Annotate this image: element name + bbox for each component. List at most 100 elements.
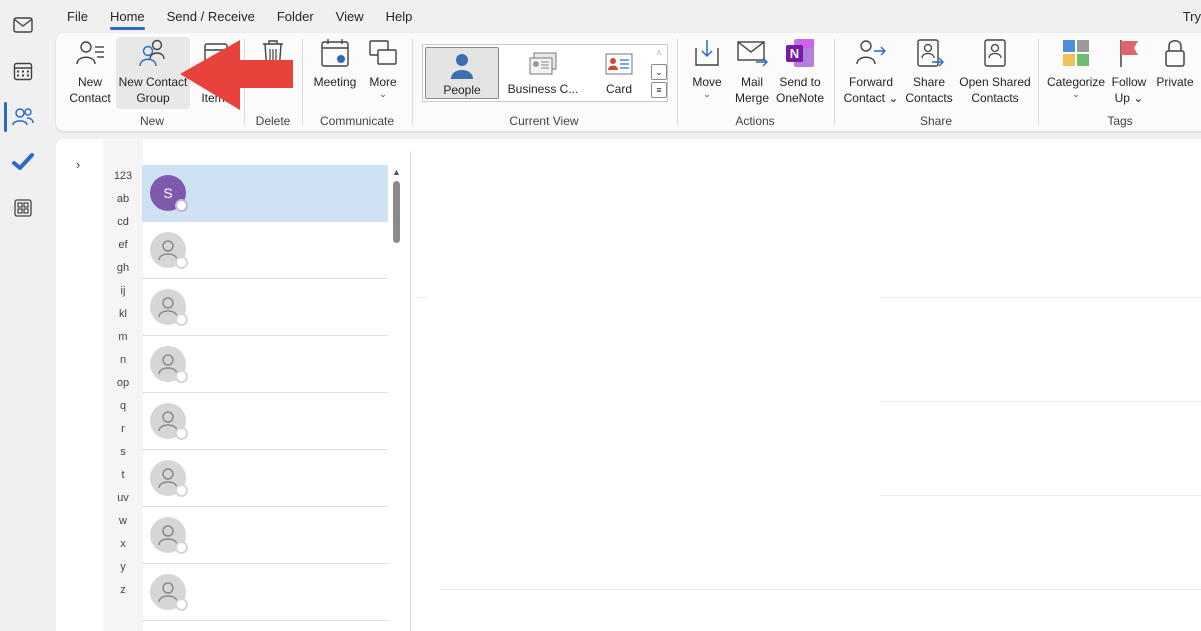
presence-status-icon — [175, 484, 188, 497]
avatar — [150, 346, 188, 383]
contact-row[interactable]: S — [142, 165, 388, 222]
new-contact-group-button[interactable]: New Contact Group — [116, 37, 190, 109]
alphabet-index-item[interactable]: y — [108, 561, 138, 573]
menu-home[interactable]: Home — [99, 0, 156, 34]
people-icon[interactable] — [12, 106, 34, 128]
categorize-icon — [1060, 37, 1092, 69]
private-button[interactable]: Private — [1152, 37, 1198, 109]
view-card-option[interactable]: Card — [591, 47, 647, 99]
gallery-down-icon[interactable]: ⌄ — [651, 64, 667, 80]
menu-send-receive[interactable]: Send / Receive — [156, 0, 266, 34]
calendar-icon[interactable] — [12, 60, 34, 82]
current-view-gallery: People Business C... Card — [422, 44, 668, 102]
alphabet-index-item[interactable]: q — [108, 400, 138, 412]
alphabet-index-item[interactable]: 123 — [108, 170, 138, 182]
alphabet-index-item[interactable]: r — [108, 423, 138, 435]
private-label: Private — [1156, 75, 1194, 89]
follow-up-button[interactable]: Follow Up ⌄ — [1108, 37, 1150, 109]
meeting-button[interactable]: Meeting — [310, 37, 360, 109]
contact-row[interactable] — [142, 507, 388, 564]
separator — [1038, 39, 1039, 125]
business-card-icon — [528, 51, 558, 82]
forward-contact-label-1: Forward — [848, 75, 893, 89]
presence-status-icon — [175, 313, 188, 326]
todo-icon[interactable] — [12, 151, 34, 173]
separator — [677, 39, 678, 125]
alphabet-index-item[interactable]: op — [108, 377, 138, 389]
more-button[interactable]: More ⌄ — [362, 37, 404, 109]
avatar: S — [150, 175, 188, 212]
open-shared-contacts-button[interactable]: Open Shared Contacts — [958, 37, 1032, 109]
menu-view[interactable]: View — [325, 0, 375, 34]
alphabet-index-item[interactable]: uv — [108, 492, 138, 504]
alphabet-index-item[interactable]: m — [108, 331, 138, 343]
presence-status-icon — [175, 598, 188, 611]
contact-list-scrollbar[interactable]: ▲ — [390, 167, 402, 631]
share-contacts-icon — [913, 37, 945, 69]
forward-contact-button[interactable]: Forward Contact ⌄ — [842, 37, 900, 109]
alphabet-index-item[interactable]: kl — [108, 308, 138, 320]
separator — [302, 39, 303, 125]
card-view-icon — [604, 51, 634, 82]
scroll-thumb[interactable] — [393, 181, 400, 243]
contact-row[interactable] — [142, 336, 388, 393]
alphabet-index-item[interactable]: ij — [108, 285, 138, 297]
open-shared-contacts-label-2: Contacts — [971, 91, 1019, 105]
menu-help[interactable]: Help — [375, 0, 424, 34]
contact-row[interactable] — [142, 564, 388, 621]
presence-status-icon — [175, 199, 188, 212]
alphabet-index-item[interactable]: gh — [108, 262, 138, 274]
forward-contact-icon — [855, 37, 887, 69]
categorize-label: Categorize — [1046, 75, 1106, 89]
contact-row[interactable] — [142, 222, 388, 279]
view-people-option[interactable]: People — [425, 47, 499, 99]
alphabet-index-item[interactable]: n — [108, 354, 138, 366]
mail-icon[interactable] — [12, 14, 34, 36]
alphabet-index-item[interactable]: x — [108, 538, 138, 550]
gallery-expand-icon[interactable]: ≡ — [651, 82, 667, 98]
contact-row[interactable] — [142, 279, 388, 336]
new-contact-label-2: Contact — [69, 91, 111, 105]
view-business-card-option[interactable]: Business C... — [503, 47, 583, 99]
try-new-outlook-label[interactable]: Try — [1183, 0, 1201, 34]
meeting-icon — [319, 37, 351, 69]
move-icon — [691, 37, 723, 69]
alphabet-index-item[interactable]: t — [108, 469, 138, 481]
mail-merge-label-1: Mail — [740, 75, 763, 89]
alphabet-index-item[interactable]: w — [108, 515, 138, 527]
alphabet-index-item[interactable]: cd — [108, 216, 138, 228]
share-contacts-button[interactable]: Share Contacts — [902, 37, 956, 109]
group-communicate-label: Communicate — [319, 114, 395, 128]
more-apps-icon[interactable] — [12, 197, 34, 219]
gallery-up-icon[interactable]: ˄ — [651, 46, 667, 62]
avatar — [150, 403, 188, 440]
expand-folder-pane-chevron-icon[interactable]: › — [76, 157, 80, 172]
categorize-button[interactable]: Categorize ⌄ — [1046, 37, 1106, 109]
alphabet-index-item[interactable]: ab — [108, 193, 138, 205]
mail-merge-label-2: Merge — [734, 91, 769, 105]
reading-pane-line — [440, 589, 1201, 590]
contact-row[interactable] — [142, 393, 388, 450]
separator — [412, 39, 413, 125]
alphabet-index-item[interactable]: ef — [108, 239, 138, 251]
new-contact-icon — [74, 37, 106, 69]
view-business-card-label: Business C... — [507, 82, 579, 96]
contact-row[interactable] — [142, 450, 388, 507]
move-chevron-down-icon: ⌄ — [703, 89, 711, 99]
group-share-label: Share — [919, 114, 953, 128]
alphabet-index-item[interactable]: z — [108, 584, 138, 596]
lock-icon — [1159, 37, 1191, 69]
menu-file[interactable]: File — [56, 0, 99, 34]
alphabet-index-item[interactable]: s — [108, 446, 138, 458]
send-to-onenote-button[interactable]: N Send to OneNote — [774, 37, 826, 109]
new-contact-button[interactable]: New Contact — [64, 37, 116, 109]
move-button[interactable]: Move ⌄ — [684, 37, 730, 109]
open-shared-contacts-icon — [979, 37, 1011, 69]
menu-folder[interactable]: Folder — [266, 0, 325, 34]
scroll-up-icon[interactable]: ▲ — [392, 167, 401, 177]
mail-merge-button[interactable]: Mail Merge — [730, 37, 774, 109]
send-onenote-label-1: Send to — [779, 75, 821, 89]
svg-text:N: N — [790, 46, 799, 61]
annotation-arrow-icon — [180, 40, 293, 110]
more-label: More — [369, 75, 397, 89]
